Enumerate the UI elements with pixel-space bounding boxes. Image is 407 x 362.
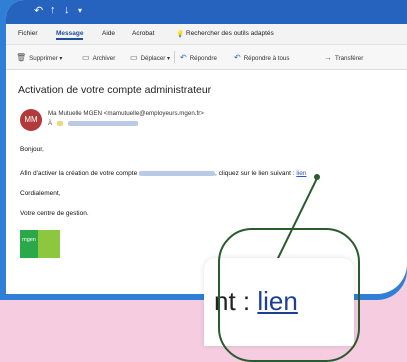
delete-button[interactable]: 🗑 Supprimer ▾ xyxy=(16,53,63,62)
tab-fichier[interactable]: Fichier xyxy=(18,30,38,37)
reply-all-button[interactable]: ↶ Répondre à tous xyxy=(234,53,289,62)
title-bar: ↶ ↑ ↓ ▾ xyxy=(6,0,407,24)
ribbon-tabs: Fichier Message Aide Acrobat 💡 Recherche… xyxy=(6,24,407,45)
email-subject: Activation de votre compte administrateu… xyxy=(18,84,212,96)
move-button[interactable]: ▭ Déplacer ▾ xyxy=(130,53,170,62)
redacted-icon xyxy=(56,120,63,126)
redacted-email xyxy=(139,170,216,176)
signature: Votre centre de gestion. xyxy=(20,210,89,217)
mgen-logo: mgen xyxy=(20,230,60,258)
down-arrow-icon[interactable]: ↓ xyxy=(64,4,70,16)
folder-move-icon: ▭ xyxy=(130,53,138,62)
ribbon-toolbar: 🗑 Supprimer ▾ ▭ Archiver ▭ Déplacer ▾ ↶ Répo… xyxy=(6,45,407,70)
forward-button[interactable]: → Transférer xyxy=(324,53,363,62)
tab-acrobat[interactable]: Acrobat xyxy=(132,30,154,37)
activation-link-small[interactable]: lien xyxy=(296,170,306,177)
toolbar-divider xyxy=(174,51,175,63)
trash-icon: 🗑 xyxy=(16,53,27,62)
archive-icon: ▭ xyxy=(82,53,90,62)
quick-access-dropdown-icon[interactable]: ▾ xyxy=(78,6,82,15)
lightbulb-icon: 💡 xyxy=(176,31,185,38)
closing: Cordialement, xyxy=(20,190,61,197)
activation-line: Afin d'activer la création de votre comp… xyxy=(20,170,307,177)
reply-all-icon: ↶ xyxy=(234,53,241,62)
forward-icon: → xyxy=(324,53,332,62)
zoom-highlight-ring xyxy=(218,228,360,362)
greeting: Bonjour, xyxy=(20,146,44,153)
up-arrow-icon[interactable]: ↑ xyxy=(50,4,56,16)
tab-aide[interactable]: Aide xyxy=(102,30,115,37)
reply-button[interactable]: ↶ Répondre xyxy=(180,53,217,62)
tab-message[interactable]: Message xyxy=(56,30,84,40)
mgen-logo-mark: mgen xyxy=(20,230,38,258)
avatar: MM xyxy=(20,109,42,131)
reply-icon: ↶ xyxy=(180,53,187,62)
undo-icon[interactable]: ↶ xyxy=(34,4,43,17)
sender-address: Ma Mutuelle MGEN <mamutuelle@employeurs.… xyxy=(48,110,204,117)
redacted-recipient xyxy=(67,120,138,126)
archive-button[interactable]: ▭ Archiver xyxy=(82,53,115,62)
search-tools-field[interactable]: Rechercher des outils adaptés xyxy=(186,30,274,37)
recipient-line: À xyxy=(48,120,138,127)
